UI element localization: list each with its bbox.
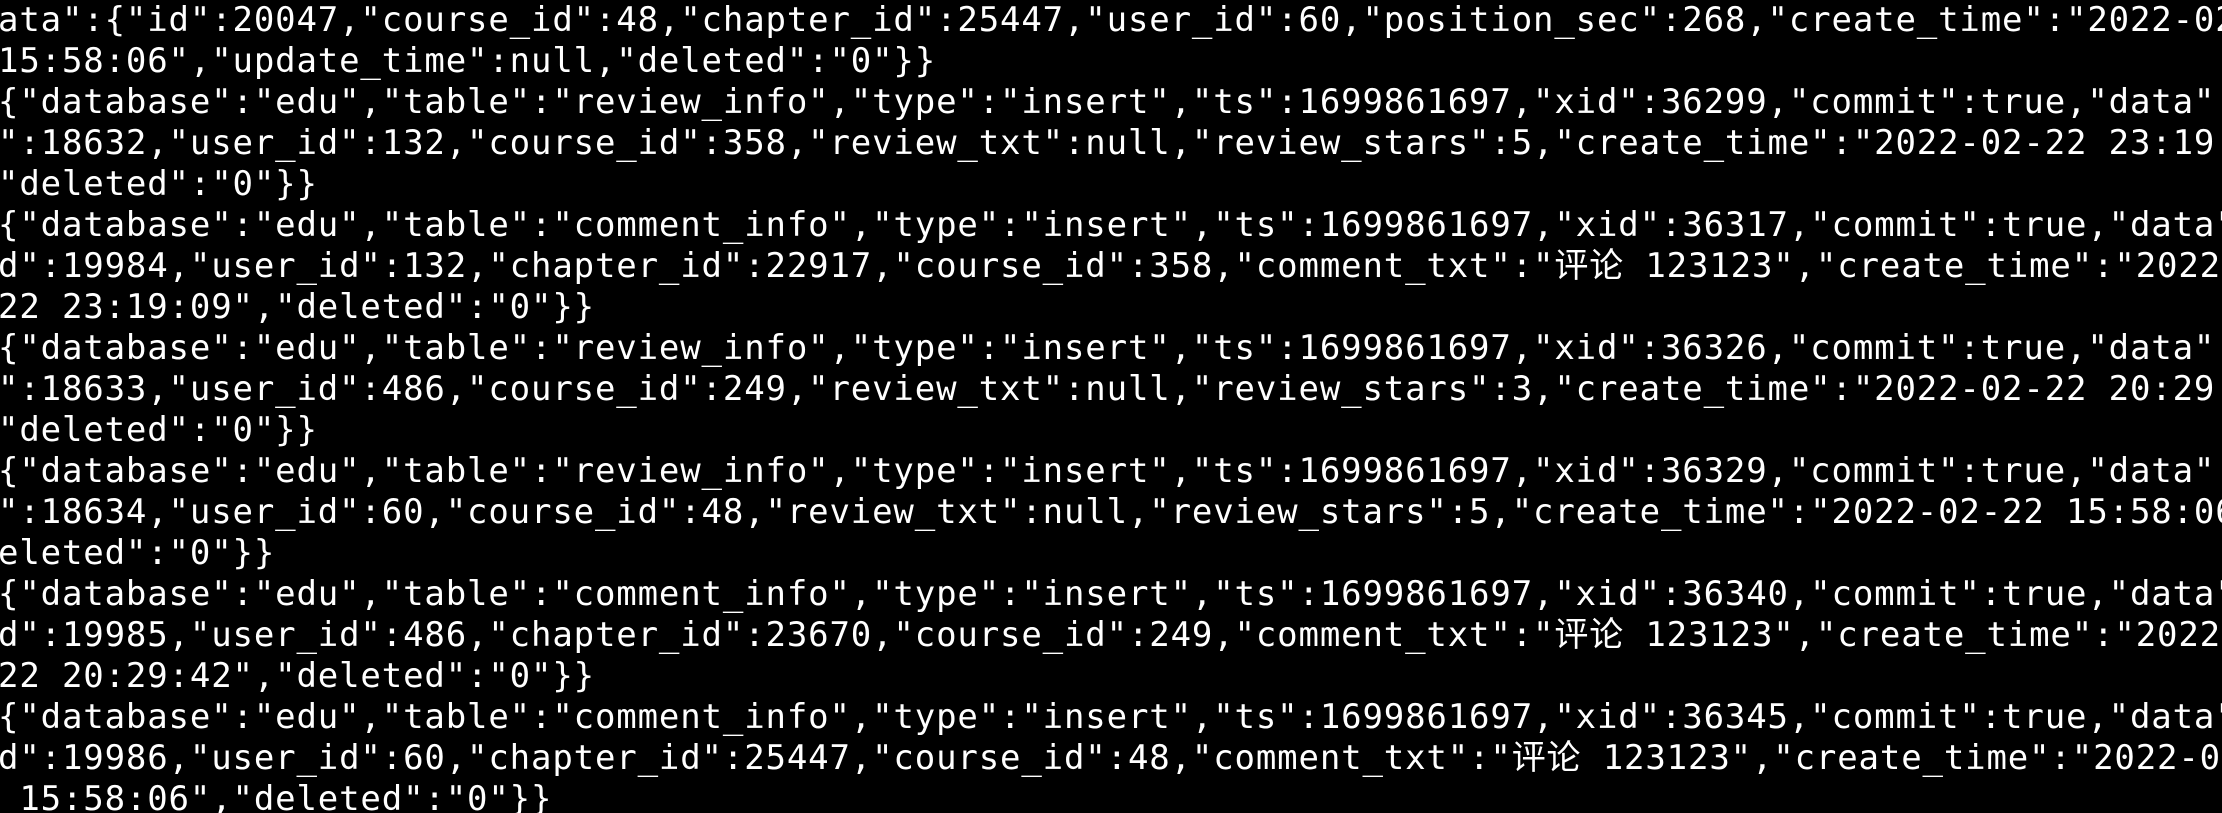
terminal-line: "deleted":"0"}} [0, 164, 318, 204]
terminal-line: 15:58:06","deleted":"0"}} [0, 779, 553, 813]
terminal-line: 15:58:06","update_time":null,"deleted":"… [0, 41, 937, 81]
terminal-line: eleted":"0"}} [0, 533, 276, 573]
terminal-line: {"database":"edu","table":"comment_info"… [0, 205, 2222, 245]
terminal-line: ":18634,"user_id":60,"course_id":48,"rev… [0, 492, 2222, 532]
terminal-line: 22 20:29:42","deleted":"0"}} [0, 656, 595, 696]
terminal-line: d":19984,"user_id":132,"chapter_id":2291… [0, 246, 2222, 286]
terminal-line: d":19985,"user_id":486,"chapter_id":2367… [0, 615, 2222, 655]
terminal-line: d":19986,"user_id":60,"chapter_id":25447… [0, 738, 2222, 778]
terminal-line: 22 23:19:09","deleted":"0"}} [0, 287, 595, 327]
terminal-line: ":18633,"user_id":486,"course_id":249,"r… [0, 369, 2222, 409]
terminal-line: ata":{"id":20047,"course_id":48,"chapter… [0, 0, 2222, 40]
terminal-line: ":18632,"user_id":132,"course_id":358,"r… [0, 123, 2222, 163]
terminal-line: {"database":"edu","table":"comment_info"… [0, 697, 2222, 737]
terminal-output[interactable]: ata":{"id":20047,"course_id":48,"chapter… [0, 0, 2222, 813]
terminal-line: {"database":"edu","table":"review_info",… [0, 82, 2222, 122]
terminal-line: {"database":"edu","table":"review_info",… [0, 451, 2222, 491]
terminal-line: {"database":"edu","table":"comment_info"… [0, 574, 2222, 614]
terminal-line: {"database":"edu","table":"review_info",… [0, 328, 2222, 368]
terminal-line: "deleted":"0"}} [0, 410, 318, 450]
